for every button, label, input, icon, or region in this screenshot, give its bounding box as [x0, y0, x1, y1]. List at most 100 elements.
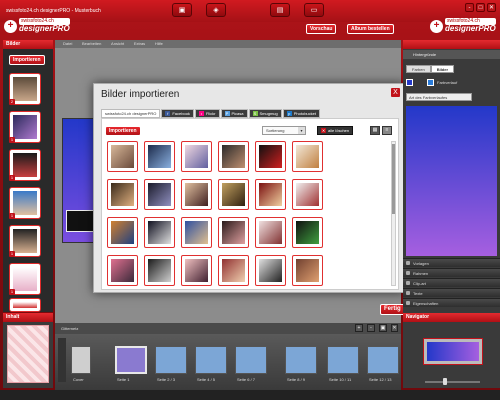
tab-flickr[interactable]: • Flickr: [194, 109, 220, 118]
photo-thumbnail[interactable]: [107, 217, 138, 248]
palette-icon[interactable]: ◈: [206, 3, 226, 17]
tab-colors[interactable]: Farben: [406, 65, 431, 73]
zoom-slider[interactable]: [425, 381, 480, 383]
vertical-scrollbar[interactable]: [391, 141, 396, 286]
done-button[interactable]: Fertig: [380, 304, 405, 315]
image-thumbnail[interactable]: [9, 298, 41, 312]
swiss-cross-icon: +: [4, 19, 17, 33]
photo-thumbnail[interactable]: [255, 217, 286, 248]
gradient-type-select[interactable]: Art des Farbverlaufes: [406, 93, 472, 101]
gradient-preview[interactable]: [406, 106, 497, 256]
photo-thumbnail[interactable]: [181, 141, 212, 172]
backgrounds-title[interactable]: Hintergründe: [403, 50, 500, 59]
menu-view[interactable]: Ansicht: [111, 40, 124, 48]
photobucket-icon: p: [286, 111, 292, 116]
photo-thumbnail[interactable]: [218, 255, 249, 286]
photo-thumbnail[interactable]: [292, 141, 323, 172]
tab-images[interactable]: Bilder: [430, 65, 455, 73]
photo-thumbnail[interactable]: [144, 141, 175, 172]
color-swatch-start[interactable]: [406, 79, 413, 86]
accordion-templates[interactable]: Vorlagen: [403, 258, 500, 267]
monitor-icon[interactable]: ▭: [304, 3, 324, 17]
navigator-title: Navigator: [403, 313, 500, 322]
images-panel: Bilder Importieren 2 1 1 1 1 1: [3, 40, 53, 312]
close-window-button[interactable]: ✕: [487, 3, 496, 12]
page-thumbnail[interactable]: [327, 346, 359, 374]
fit-icon[interactable]: ▣: [379, 324, 387, 332]
photo-thumbnail[interactable]: [181, 217, 212, 248]
zoom-in-icon[interactable]: +: [355, 324, 363, 332]
navigator-preview[interactable]: [423, 338, 483, 365]
minimize-button[interactable]: -: [465, 3, 474, 12]
image-thumbnail[interactable]: 1: [9, 187, 41, 219]
import-images-button[interactable]: Importieren: [9, 55, 45, 65]
order-album-button[interactable]: Album bestellen: [347, 24, 394, 34]
dialog-close-button[interactable]: X: [391, 88, 400, 97]
tab-smugmug[interactable]: S Smugmug: [248, 109, 282, 118]
color-swatch-end[interactable]: [427, 79, 434, 86]
image-thumbnail[interactable]: 2: [9, 73, 41, 105]
page-thumbnail[interactable]: [285, 346, 317, 374]
scroll-thumb[interactable]: [392, 144, 395, 214]
image-thumbnail[interactable]: 1: [9, 263, 41, 295]
photo-thumbnail[interactable]: [218, 179, 249, 210]
photo-thumbnail[interactable]: [218, 141, 249, 172]
source-tabs: swissfoto24.ch designerPRO f Facebook • Fl…: [101, 109, 321, 118]
zoom-out-icon[interactable]: -: [367, 324, 375, 332]
photo-thumbnail[interactable]: [107, 141, 138, 172]
page-thumbnail[interactable]: [235, 346, 267, 374]
preview-button[interactable]: Vorschau: [306, 24, 337, 34]
delete-page-icon[interactable]: ✕: [391, 324, 398, 332]
sort-select[interactable]: Sortierung ▾: [262, 126, 306, 135]
accordion-frames[interactable]: Rahmen: [403, 268, 500, 277]
tab-photobucket[interactable]: p Photobucket: [282, 109, 320, 118]
page-thumbnail[interactable]: [115, 346, 147, 374]
menu-file[interactable]: Datei: [63, 40, 72, 48]
tab-facebook[interactable]: f Facebook: [161, 109, 194, 118]
page-thumbnail[interactable]: [155, 346, 187, 374]
usage-badge: 2: [9, 99, 15, 105]
photo-thumbnail[interactable]: [292, 179, 323, 210]
photo-thumbnail[interactable]: [292, 217, 323, 248]
list-view-button[interactable]: ≡: [382, 126, 392, 135]
delete-all-button[interactable]: ✕ alle löschen: [317, 126, 354, 135]
tab-picasa[interactable]: P Picasa: [220, 109, 248, 118]
page-thumbnail[interactable]: [367, 346, 399, 374]
photo-thumbnail[interactable]: [255, 141, 286, 172]
photo-thumbnail[interactable]: [144, 255, 175, 286]
accordion-texts[interactable]: Texte: [403, 288, 500, 297]
page-label: Seite 1: [117, 377, 130, 382]
zoom-slider-handle[interactable]: [443, 378, 447, 385]
tab-designerpro[interactable]: swissfoto24.ch designerPRO: [101, 109, 161, 118]
photo-thumbnail[interactable]: [144, 179, 175, 210]
accordion-clipart[interactable]: Clip-art: [403, 278, 500, 287]
image-thumbnail[interactable]: 1: [9, 149, 41, 181]
accordion-properties[interactable]: Eigenschaften: [403, 298, 500, 307]
shapes-grid[interactable]: [7, 325, 49, 383]
menu-extras[interactable]: Extras: [134, 40, 145, 48]
page-thumbnail[interactable]: [71, 346, 91, 374]
photo-thumbnail[interactable]: [144, 217, 175, 248]
window-title: swissfoto24.ch designerPRO - Musterbuch: [6, 8, 101, 14]
photo-thumbnail[interactable]: [218, 217, 249, 248]
menu-help[interactable]: Hilfe: [155, 40, 163, 48]
menu-edit[interactable]: Bearbeiten: [82, 40, 101, 48]
photo-thumbnail[interactable]: [255, 179, 286, 210]
image-thumbnail[interactable]: 1: [9, 225, 41, 257]
photo-thumbnail[interactable]: [107, 179, 138, 210]
photo-thumbnail[interactable]: [181, 179, 212, 210]
camera-icon[interactable]: ▣: [172, 3, 192, 17]
photos-icon[interactable]: ▤: [270, 3, 290, 17]
album-photo[interactable]: [66, 210, 94, 232]
photo-thumbnail[interactable]: [255, 255, 286, 286]
image-thumbnail[interactable]: 1: [9, 111, 41, 143]
grid-view-button[interactable]: ▦: [370, 126, 380, 135]
page-thumbnail[interactable]: [195, 346, 227, 374]
filmstrip-tools: [58, 338, 66, 382]
photo-thumbnail[interactable]: [292, 255, 323, 286]
maximize-button[interactable]: □: [476, 3, 485, 12]
photo-thumbnail[interactable]: [181, 255, 212, 286]
photo-thumbnail[interactable]: [107, 255, 138, 286]
grid-label[interactable]: Gitternetz: [61, 326, 78, 331]
dialog-import-button[interactable]: Importieren: [105, 126, 141, 136]
